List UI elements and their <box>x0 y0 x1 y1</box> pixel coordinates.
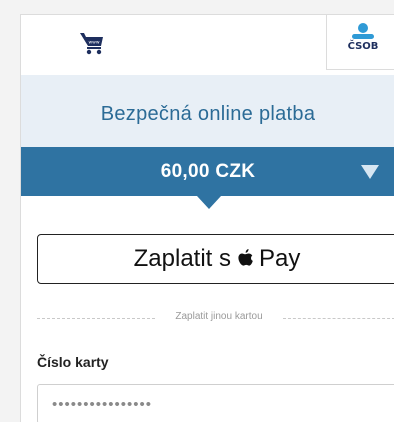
apple-pay-button[interactable]: Zaplatit s Pay <box>37 234 394 284</box>
divider-line-left <box>37 318 155 319</box>
apple-pay-label: Zaplatit s Pay <box>38 245 394 273</box>
apple-pay-brand: Pay <box>259 245 301 272</box>
amount-pointer-arrow <box>197 196 221 209</box>
tab-cart[interactable]: www <box>21 15 326 75</box>
csob-logo-text: ČSOB <box>347 41 379 52</box>
triangle-down-icon[interactable] <box>361 165 379 179</box>
alternative-payment-divider: Zaplatit jinou kartou <box>37 311 394 325</box>
apple-logo-icon <box>238 249 253 266</box>
page-title: Bezpečná online platba <box>100 103 316 125</box>
amount-bar[interactable]: 60,00 CZK <box>21 147 394 196</box>
amount-value: 60,00 CZK <box>160 161 256 182</box>
card-number-input[interactable] <box>37 384 394 422</box>
csob-logo: ČSOB <box>345 22 381 60</box>
shopping-cart-icon: www <box>80 33 103 55</box>
tab-bank[interactable]: ČSOB <box>326 15 394 70</box>
cart-icon-text: www <box>88 41 99 46</box>
divider-label: Zaplatit jinou kartou <box>175 311 263 322</box>
divider-line-right <box>283 318 394 319</box>
card-number-label: Číslo karty <box>37 354 109 370</box>
apple-pay-prefix: Zaplatit s <box>133 245 231 272</box>
header-band: Bezpečná online platba <box>21 75 394 147</box>
csob-person-icon <box>352 23 374 39</box>
payment-card: www ČSOB Bezpečná online platba 60,00 CZ… <box>20 14 394 422</box>
